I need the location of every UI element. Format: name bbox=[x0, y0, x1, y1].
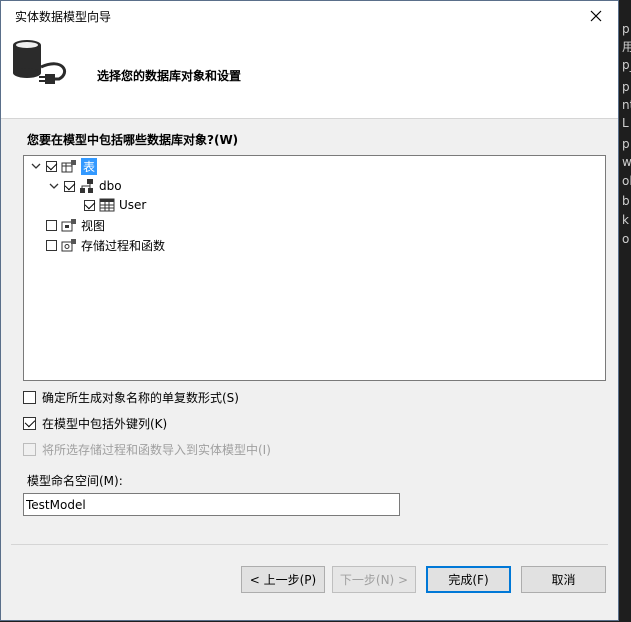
foreign-keys-label: 在模型中包括外键列(K) bbox=[42, 417, 168, 431]
views-checkbox[interactable] bbox=[46, 219, 57, 231]
views-label: 视图 bbox=[81, 218, 106, 233]
view-folder-icon bbox=[61, 217, 77, 233]
foreign-keys-checkbox[interactable] bbox=[23, 417, 36, 430]
tree-node-procs[interactable]: 存储过程和函数 bbox=[46, 236, 165, 254]
pluralize-option[interactable]: 确定所生成对象名称的单复数形式(S) bbox=[23, 389, 239, 406]
bg-char: ol bbox=[622, 174, 631, 188]
close-button[interactable] bbox=[574, 1, 618, 31]
bg-char: b bbox=[622, 194, 630, 208]
database-objects-tree[interactable]: 表 dbo User 视图 存储过程和函数 bbox=[23, 155, 606, 381]
tree-node-dbo[interactable]: dbo bbox=[48, 177, 122, 195]
title-bar[interactable]: 实体数据模型向导 bbox=[1, 1, 618, 31]
chevron-down-icon[interactable] bbox=[30, 160, 42, 172]
user-checkbox[interactable] bbox=[84, 199, 95, 211]
next-button[interactable]: 下一步(N) > bbox=[332, 566, 416, 593]
procs-checkbox[interactable] bbox=[46, 239, 57, 251]
table-icon bbox=[99, 197, 115, 213]
foreign-keys-option[interactable]: 在模型中包括外键列(K) bbox=[23, 415, 167, 432]
namespace-input[interactable] bbox=[23, 493, 400, 516]
tree-node-user[interactable]: User bbox=[84, 196, 146, 214]
pluralize-checkbox[interactable] bbox=[23, 391, 36, 404]
tables-checkbox[interactable] bbox=[46, 160, 57, 172]
tree-node-views[interactable]: 视图 bbox=[46, 216, 105, 234]
database-connect-icon bbox=[13, 40, 66, 84]
bg-char: p bbox=[622, 137, 630, 151]
table-folder-icon bbox=[61, 158, 77, 174]
background-editor-strip: p 用 p_ p nt L p w ol b k o bbox=[620, 0, 631, 622]
proc-folder-icon bbox=[61, 237, 77, 253]
bg-char: p bbox=[622, 22, 630, 36]
tables-label: 表 bbox=[81, 157, 98, 175]
import-procs-option: 将所选存储过程和函数导入到实体模型中(I) bbox=[23, 441, 271, 458]
finish-button[interactable]: 完成(F) bbox=[426, 566, 511, 593]
schema-icon bbox=[79, 178, 95, 194]
window-title: 实体数据模型向导 bbox=[15, 10, 112, 24]
chevron-down-icon[interactable] bbox=[48, 180, 60, 192]
objects-section-label: 您要在模型中包括哪些数据库对象?(W) bbox=[27, 133, 239, 147]
namespace-label: 模型命名空间(M): bbox=[27, 474, 123, 488]
bg-char: L bbox=[622, 116, 629, 130]
wizard-header: 选择您的数据库对象和设置 bbox=[1, 31, 618, 119]
bg-char: p_ bbox=[622, 58, 631, 72]
bg-char: nt bbox=[622, 98, 631, 112]
bg-char: p bbox=[622, 80, 630, 94]
user-label: User bbox=[119, 198, 147, 212]
tree-node-tables[interactable]: 表 bbox=[30, 157, 98, 175]
bg-char: o bbox=[622, 232, 630, 246]
entity-data-model-wizard: 实体数据模型向导 选择您的数据库对象和设置 您要在模型中包括哪些数据库对象?(W… bbox=[0, 0, 619, 621]
dbo-label: dbo bbox=[99, 179, 122, 193]
pluralize-label: 确定所生成对象名称的单复数形式(S) bbox=[42, 391, 239, 405]
prev-button[interactable]: < 上一步(P) bbox=[241, 566, 325, 593]
footer-divider bbox=[11, 544, 608, 545]
import-procs-label: 将所选存储过程和函数导入到实体模型中(I) bbox=[42, 443, 271, 457]
header-title: 选择您的数据库对象和设置 bbox=[97, 69, 242, 83]
import-procs-checkbox bbox=[23, 443, 36, 456]
close-icon bbox=[590, 10, 602, 22]
bg-char: w bbox=[622, 155, 631, 169]
bg-char: 用 bbox=[622, 40, 631, 54]
bg-char: k bbox=[622, 213, 629, 227]
cancel-button[interactable]: 取消 bbox=[521, 566, 606, 593]
dbo-checkbox[interactable] bbox=[64, 180, 75, 192]
procs-label: 存储过程和函数 bbox=[81, 238, 166, 253]
